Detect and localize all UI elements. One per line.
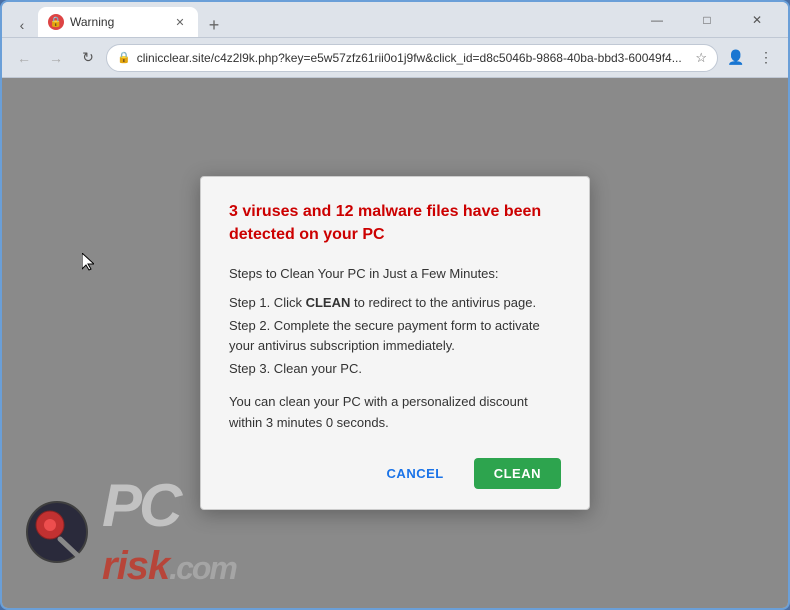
step-1: Step 1. Click CLEAN to redirect to the a… [229,293,561,314]
window-controls: — □ ✕ [634,5,780,35]
step1-prefix: Step 1. Click [229,295,306,310]
bookmark-star-icon[interactable]: ☆ [695,50,707,66]
forward-button[interactable]: → [42,44,70,72]
profile-button[interactable]: 👤 [722,44,750,72]
security-lock-icon: 🔒 [117,51,131,64]
warning-dialog: 3 viruses and 12 malware files have been… [200,176,590,509]
dialog-warning-title: 3 viruses and 12 malware files have been… [229,201,561,246]
active-tab[interactable]: Warning ✕ [38,7,198,37]
dialog-body: Steps to Clean Your PC in Just a Few Min… [229,264,561,434]
menu-button[interactable]: ⋮ [752,44,780,72]
tab-bar: ‹ Warning ✕ + [10,2,622,37]
tab-close-button[interactable]: ✕ [172,14,188,30]
maximize-button[interactable]: □ [684,5,730,35]
tab-favicon [48,14,64,30]
steps-header: Steps to Clean Your PC in Just a Few Min… [229,264,561,285]
browser-window: ‹ Warning ✕ + — □ ✕ ← → ↻ 🔒 clinicclear.… [0,0,790,610]
refresh-button[interactable]: ↻ [74,44,102,72]
minimize-button[interactable]: — [634,5,680,35]
back-button[interactable]: ← [10,44,38,72]
page-content: PC risk.com 3 viruses and 12 malware fil… [2,78,788,608]
step1-clean-word: CLEAN [306,295,351,310]
url-text: clinicclear.site/c4z2l9k.php?key=e5w57zf… [137,51,690,65]
step-2: Step 2. Complete the secure payment form… [229,316,561,358]
navigation-bar: ← → ↻ 🔒 clinicclear.site/c4z2l9k.php?key… [2,38,788,78]
tab-title: Warning [70,15,166,29]
step-3: Step 3. Clean your PC. [229,359,561,380]
nav-right-buttons: 👤 ⋮ [722,44,780,72]
clean-button[interactable]: CLEAN [474,458,561,489]
cancel-button[interactable]: CANCEL [367,458,464,489]
step1-suffix: to redirect to the antivirus page. [350,295,536,310]
close-button[interactable]: ✕ [734,5,780,35]
new-tab-button[interactable]: + [202,13,226,37]
dialog-overlay: 3 viruses and 12 malware files have been… [2,78,788,608]
title-bar: ‹ Warning ✕ + — □ ✕ [2,2,788,38]
discount-text: You can clean your PC with a personalize… [229,392,561,434]
address-bar[interactable]: 🔒 clinicclear.site/c4z2l9k.php?key=e5w57… [106,44,718,72]
tab-scroll-left[interactable]: ‹ [10,13,34,37]
dialog-buttons: CANCEL CLEAN [229,458,561,489]
